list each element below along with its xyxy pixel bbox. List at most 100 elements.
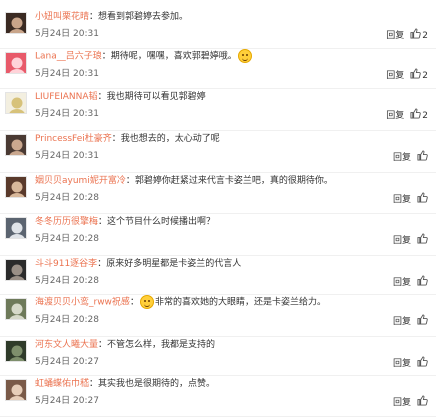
like-button[interactable]: 2: [410, 68, 428, 83]
username-link[interactable]: 小妞叫栗花晴: [35, 12, 89, 22]
avatar[interactable]: [5, 176, 27, 198]
comment-item: 斗斗911逐谷李：原来好多明星都是卡姿兰的代言人 5月24日 20:28 回复: [0, 255, 436, 295]
thumbs-up-icon: [410, 68, 422, 83]
grinning-face-icon: [237, 49, 252, 63]
thumbs-up-icon: [417, 314, 428, 329]
avatar[interactable]: [5, 298, 27, 320]
comment-line: PrincessFei杜豪齐：我也想去的，太心动了呢: [35, 133, 220, 146]
like-button[interactable]: [417, 150, 428, 165]
reply-button[interactable]: 回复: [393, 152, 411, 164]
comment-actions: 回复: [393, 150, 428, 165]
comment-item: 虹蛹蝶佑巾嵇：其实我也是很期待的，点赞。 5月24日 20:27 回复: [0, 375, 436, 417]
comment-item: 冬冬历历很擎梅：这个节目什么时候播出啊？ 5月24日 20:28 回复: [0, 213, 436, 256]
avatar[interactable]: [5, 134, 27, 156]
comment-text: 期待呢，嘿嘿，喜欢郭碧婷哦。: [110, 51, 237, 62]
avatar[interactable]: [5, 217, 27, 239]
like-button[interactable]: [417, 233, 428, 248]
comment-time: 5月24日 20:31: [35, 151, 99, 161]
username-link[interactable]: LIUFEIANNA韬: [35, 92, 98, 102]
colon-separator: ：: [97, 92, 107, 102]
comment-time: 5月24日 20:31: [35, 69, 99, 79]
colon-separator: ：: [101, 51, 111, 62]
comment-line: 冬冬历历很擎梅：这个节目什么时候播出啊？: [35, 216, 215, 229]
thumbs-up-icon: [417, 192, 428, 207]
comment-item: 小妞叫栗花晴：想看到郭碧婷去参加。 5月24日 20:31 回复 2: [0, 8, 436, 49]
comment-actions: 回复: [393, 192, 428, 207]
colon-separator: ：: [129, 297, 139, 308]
comment-item: 河东文人曦大量：不管怎么样，我都是支持的 5月24日 20:27 回复: [0, 336, 436, 376]
username-link[interactable]: 斗斗911逐谷李: [35, 259, 97, 269]
comment-actions: 回复 2: [386, 68, 428, 83]
comment-item: LIUFEIANNA韬：我也期待可以看见郭碧婷 5月24日 20:31 回复 2: [0, 88, 436, 131]
comment-line: 河东文人曦大量：不管怎么样，我都是支持的: [35, 339, 215, 352]
username-link[interactable]: 海渡贝贝小鸾_rww祝感: [35, 298, 130, 308]
username-link[interactable]: Lana__吕六子琅: [35, 52, 102, 62]
comment-item: PrincessFei杜豪齐：我也想去的，太心动了呢 5月24日 20:31 回复: [0, 130, 436, 173]
comment-line: LIUFEIANNA韬：我也期待可以看见郭碧婷: [35, 91, 206, 104]
comment-time: 5月24日 20:31: [35, 109, 99, 119]
comment-time: 5月24日 20:28: [35, 276, 99, 286]
comment-actions: 回复 2: [386, 28, 428, 43]
comment-actions: 回复: [393, 356, 428, 371]
avatar[interactable]: [5, 92, 27, 114]
like-button[interactable]: [417, 275, 428, 290]
comment-line: 虹蛹蝶佑巾嵇：其实我也是很期待的，点赞。: [35, 378, 215, 391]
colon-separator: ：: [98, 217, 108, 227]
reply-button[interactable]: 回复: [386, 30, 404, 42]
comment-time: 5月24日 20:28: [35, 315, 99, 325]
reply-button[interactable]: 回复: [393, 358, 411, 370]
thumbs-up-icon: [417, 395, 428, 410]
avatar[interactable]: [5, 340, 27, 362]
colon-separator: ：: [97, 259, 107, 269]
username-link[interactable]: 姻贝贝ayumi妮开富冷: [35, 176, 126, 186]
comment-line: 姻贝贝ayumi妮开富冷：郭碧婷你赶紧过来代言卡姿兰吧，真的很期待你。: [35, 175, 333, 188]
reply-button[interactable]: 回复: [386, 110, 404, 122]
thumbs-up-icon: [417, 356, 428, 371]
like-count: 2: [422, 110, 428, 121]
username-link[interactable]: 冬冬历历很擎梅: [35, 217, 98, 227]
comment-line: Lana__吕六子琅：期待呢，嘿嘿，喜欢郭碧婷哦。: [35, 49, 253, 64]
comment-time: 5月24日 20:27: [35, 357, 99, 367]
comment-item: 海渡贝贝小鸾_rww祝感： 非常的喜欢她的大眼睛，还是卡姿兰给力。 5月24日 20…: [0, 294, 436, 337]
grinning-face-icon: [139, 295, 154, 309]
comment-text: 其实我也是很期待的，点赞。: [98, 379, 216, 389]
thumbs-up-icon: [410, 28, 422, 43]
username-link[interactable]: 河东文人曦大量: [35, 340, 98, 350]
avatar[interactable]: [5, 379, 27, 401]
like-button[interactable]: 2: [410, 108, 428, 123]
comment-text: 想看到郭碧婷去参加。: [98, 12, 189, 22]
like-button[interactable]: [417, 356, 428, 371]
comment-time: 5月24日 20:28: [35, 234, 99, 244]
comment-actions: 回复: [393, 314, 428, 329]
reply-button[interactable]: 回复: [386, 70, 404, 82]
comment-time: 5月24日 20:28: [35, 193, 99, 203]
avatar[interactable]: [5, 12, 27, 34]
comment-actions: 回复 2: [386, 108, 428, 123]
reply-button[interactable]: 回复: [393, 397, 411, 409]
like-button[interactable]: [417, 192, 428, 207]
reply-button[interactable]: 回复: [393, 194, 411, 206]
thumbs-up-icon: [410, 108, 422, 123]
avatar[interactable]: [5, 259, 27, 281]
comment-time: 5月24日 20:31: [35, 29, 99, 39]
comment-line: 小妞叫栗花晴：想看到郭碧婷去参加。: [35, 11, 188, 24]
username-link[interactable]: PrincessFei杜豪齐: [35, 134, 112, 144]
like-button[interactable]: [417, 314, 428, 329]
avatar[interactable]: [5, 52, 27, 74]
username-link[interactable]: 虹蛹蝶佑巾嵇: [35, 379, 89, 389]
like-count: 2: [422, 30, 428, 41]
thumbs-up-icon: [417, 275, 428, 290]
reply-button[interactable]: 回复: [393, 277, 411, 289]
comment-actions: 回复: [393, 395, 428, 410]
comment-text: 这个节目什么时候播出啊？: [107, 217, 216, 227]
reply-button[interactable]: 回复: [393, 235, 411, 247]
like-button[interactable]: 2: [410, 28, 428, 43]
comment-text: 我也期待可以看见郭碧婷: [106, 92, 206, 102]
thumbs-up-icon: [417, 233, 428, 248]
like-button[interactable]: [417, 395, 428, 410]
comment-text: 不管怎么样，我都是支持的: [107, 340, 216, 350]
comment-text: 原来好多明星都是卡姿兰的代言人: [106, 259, 242, 269]
colon-separator: ：: [89, 379, 99, 389]
reply-button[interactable]: 回复: [393, 316, 411, 328]
comment-item: 姻贝贝ayumi妮开富冷：郭碧婷你赶紧过来代言卡姿兰吧，真的很期待你。 5月24日…: [0, 172, 436, 214]
